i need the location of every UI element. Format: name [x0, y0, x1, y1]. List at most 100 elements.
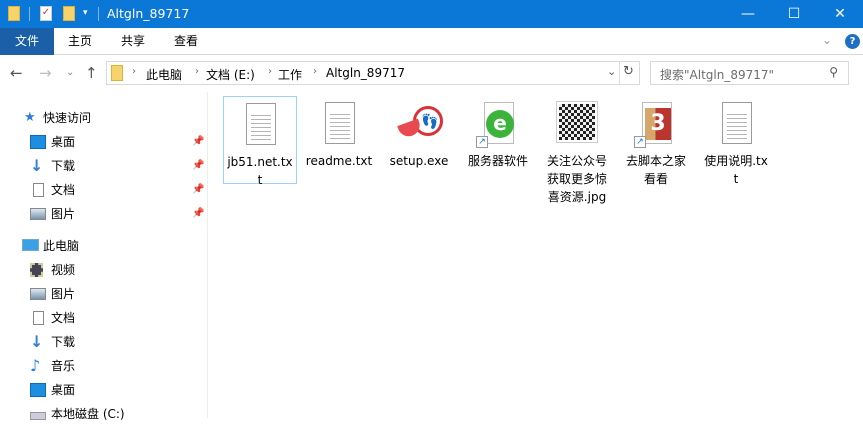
sidebar-item-downloads[interactable]: ↓ 下载	[30, 332, 75, 352]
breadcrumb-documents[interactable]: 文档 (E:)	[206, 66, 255, 83]
sidebar-item-label: 图片	[51, 207, 76, 221]
star-icon: ★	[24, 110, 36, 125]
file-name: 使用说明.txt	[704, 154, 768, 186]
sidebar-item-quick-access[interactable]: ★ 快速访问	[24, 108, 91, 128]
ribbon: 文件 主页 共享 查看 ⌄ ?	[0, 28, 863, 55]
address-bar[interactable]: › 此电脑 › 文档 (E:) › 工作 › Altgln_89717 ⌄ ↻	[106, 61, 640, 85]
desktop-icon	[30, 383, 46, 397]
file-item[interactable]: 关注公众号获取更多惊喜资源.jpg	[540, 96, 614, 206]
document-icon	[33, 183, 44, 197]
sidebar-item-pictures[interactable]: 图片	[30, 284, 75, 304]
file-name: 服务器软件	[467, 154, 528, 168]
tab-view[interactable]: 查看	[164, 28, 208, 55]
chevron-right-icon: ›	[268, 66, 272, 77]
file-item[interactable]: 使用说明.txt	[699, 96, 773, 188]
sidebar-item-label: 视频	[51, 263, 76, 277]
broom-app-icon: 👣	[395, 100, 443, 148]
address-dropdown-icon[interactable]: ⌄	[607, 65, 616, 78]
sidebar-item-label: 图片	[51, 287, 76, 301]
navigation-pane: ★ 快速访问 桌面 📌 ↓ 下载 📌 文档 📌 图片 📌 此电脑 视频 图片 文…	[0, 100, 208, 421]
sidebar-item-label: 桌面	[51, 135, 76, 149]
sidebar-item-label: 快速访问	[43, 111, 92, 125]
window-title: Altgln_89717	[107, 6, 190, 21]
sidebar-item-label: 此电脑	[43, 239, 80, 253]
pictures-icon	[30, 288, 46, 300]
text-file-icon	[236, 101, 284, 149]
desktop-icon	[30, 135, 46, 149]
properties-icon[interactable]: ✓	[40, 6, 52, 21]
sidebar-item-downloads[interactable]: ↓ 下载 📌	[30, 156, 208, 176]
divider	[29, 7, 30, 21]
file-name: 去脚本之家看看	[625, 154, 686, 186]
pin-icon[interactable]: 📌	[192, 204, 204, 224]
pane-divider[interactable]	[207, 92, 208, 418]
breadcrumb-work[interactable]: 工作	[278, 66, 302, 83]
help-icon[interactable]: ?	[845, 34, 860, 49]
breadcrumb-current[interactable]: Altgln_89717	[326, 66, 405, 80]
jb-shortcut-icon: 3 ↗	[632, 100, 680, 148]
file-name: setup.exe	[389, 154, 449, 168]
sidebar-item-label: 文档	[51, 183, 76, 197]
sidebar-item-documents[interactable]: 文档	[30, 308, 75, 328]
chevron-right-icon: ›	[313, 66, 317, 77]
refresh-icon[interactable]: ↻	[623, 64, 634, 79]
search-icon[interactable]: ⚲	[829, 65, 838, 79]
up-button[interactable]: ↑	[85, 64, 98, 82]
sidebar-item-desktop[interactable]: 桌面 📌	[30, 132, 208, 152]
new-folder-icon[interactable]	[63, 6, 75, 21]
folder-icon	[8, 6, 20, 21]
pictures-icon	[30, 208, 46, 220]
title-bar: ✓ ▾ Altgln_89717 — ☐ ✕	[0, 0, 863, 28]
close-button[interactable]: ✕	[817, 0, 863, 28]
computer-icon	[22, 239, 39, 251]
sidebar-item-videos[interactable]: 视频	[30, 260, 75, 280]
pin-icon[interactable]: 📌	[192, 132, 204, 152]
drive-icon	[30, 412, 46, 420]
tab-file[interactable]: 文件	[0, 28, 54, 55]
sidebar-item-label: 本地磁盘 (C:)	[51, 407, 125, 421]
tab-share[interactable]: 共享	[111, 28, 155, 55]
text-file-icon	[712, 100, 760, 148]
pin-icon[interactable]: 📌	[192, 156, 204, 176]
folder-icon	[111, 65, 123, 81]
file-item[interactable]: e ↗ 服务器软件	[461, 96, 535, 170]
file-name: readme.txt	[305, 154, 373, 168]
sidebar-item-desktop[interactable]: 桌面	[30, 380, 75, 400]
sidebar-item-documents[interactable]: 文档 📌	[30, 180, 208, 200]
sidebar-item-this-pc[interactable]: 此电脑	[22, 236, 79, 256]
qr-image-icon	[553, 100, 601, 148]
download-icon: ↓	[30, 332, 44, 351]
file-item[interactable]: readme.txt	[302, 96, 376, 170]
pin-icon[interactable]: 📌	[192, 180, 204, 200]
sidebar-item-label: 音乐	[51, 359, 76, 373]
file-item[interactable]: jb51.net.txt	[223, 96, 297, 187]
sidebar-item-label: 桌面	[51, 383, 76, 397]
chevron-right-icon: ›	[132, 66, 136, 77]
recent-locations-button[interactable]: ⌄	[66, 67, 74, 78]
search-input[interactable]: 搜索"Altgln_89717" ⚲	[650, 61, 849, 85]
text-file-icon	[315, 100, 363, 148]
tab-home[interactable]: 主页	[58, 28, 102, 55]
breadcrumb-this-pc[interactable]: 此电脑	[146, 66, 182, 83]
music-icon: ♪	[30, 356, 41, 375]
file-item[interactable]: 3 ↗ 去脚本之家看看	[619, 96, 693, 188]
file-name: 关注公众号获取更多惊喜资源.jpg	[546, 154, 607, 204]
divider	[619, 62, 620, 84]
maximize-button[interactable]: ☐	[771, 0, 817, 28]
shortcut-arrow-icon: ↗	[476, 136, 488, 148]
sidebar-item-pictures[interactable]: 图片 📌	[30, 204, 208, 224]
forward-button[interactable]: →	[39, 64, 52, 82]
chevron-right-icon: ›	[195, 66, 199, 77]
file-item[interactable]: 👣 setup.exe	[382, 96, 456, 170]
back-button[interactable]: ←	[10, 64, 23, 82]
sidebar-item-label: 文档	[51, 311, 76, 325]
video-icon	[30, 263, 43, 277]
sidebar-item-music[interactable]: ♪ 音乐	[30, 356, 75, 376]
shortcut-arrow-icon: ↗	[634, 136, 646, 148]
minimize-button[interactable]: —	[725, 0, 771, 28]
expand-ribbon-icon[interactable]: ⌄	[822, 33, 832, 47]
download-icon: ↓	[30, 156, 44, 175]
customize-toolbar-icon[interactable]: ▾	[83, 8, 95, 23]
ie-shortcut-icon: e ↗	[474, 100, 522, 148]
sidebar-item-local-disk[interactable]: 本地磁盘 (C:)	[30, 404, 125, 424]
